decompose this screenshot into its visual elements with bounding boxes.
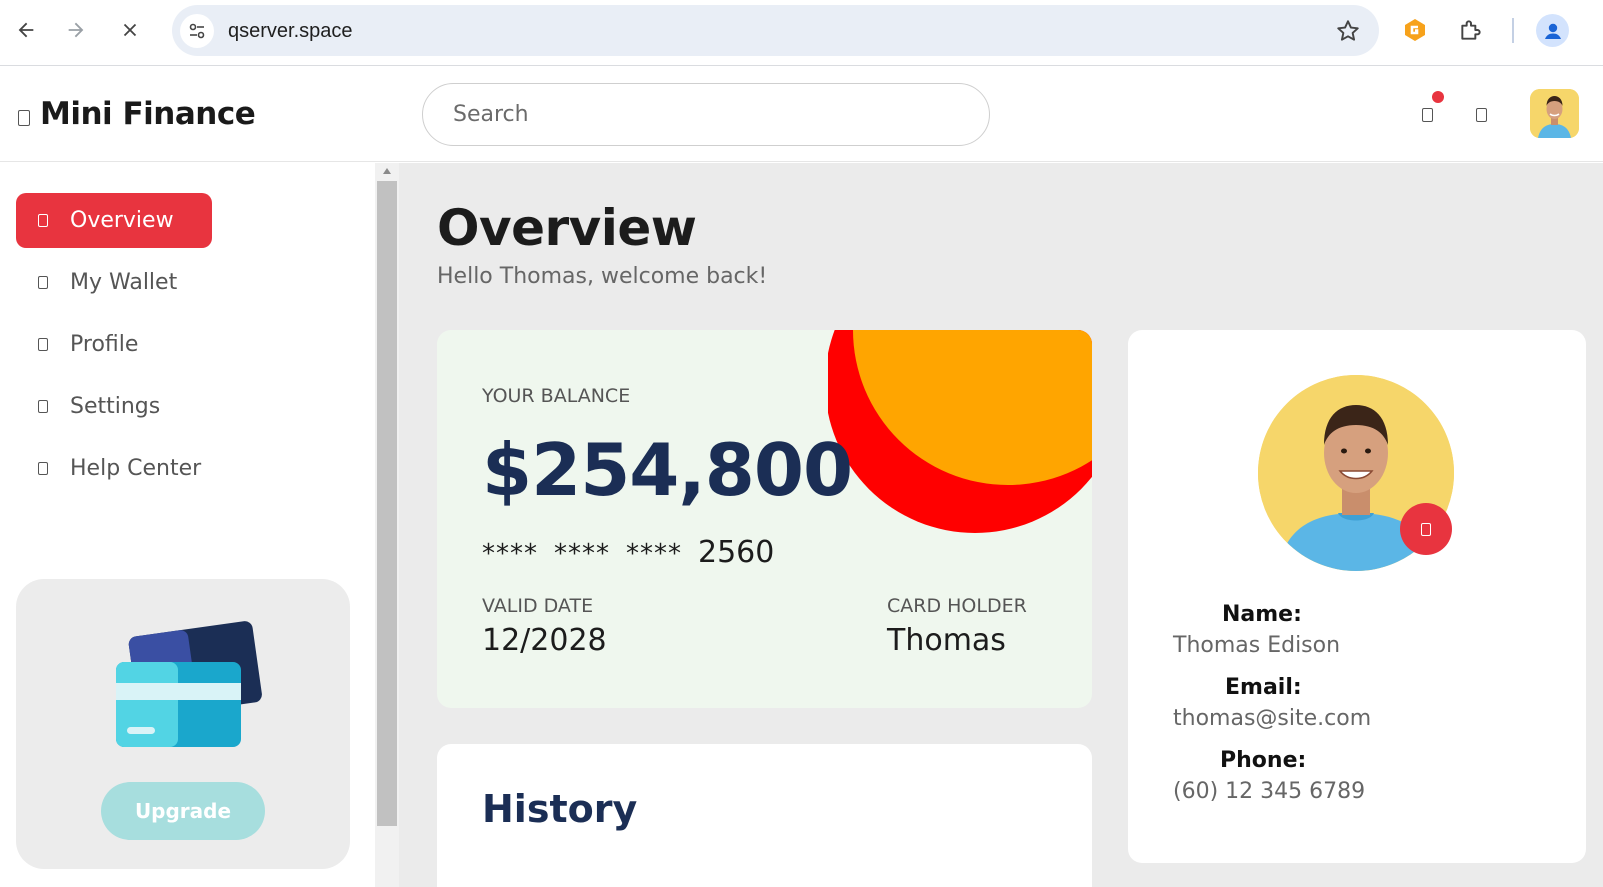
card-holder-value: Thomas	[887, 623, 1006, 658]
notification-bell-icon[interactable]	[1422, 108, 1433, 122]
sidebar: Overview My Wallet Profile Settings Help…	[0, 163, 375, 887]
upgrade-promo-card: Upgrade	[16, 579, 350, 869]
card-number: **** **** **** 2560	[482, 535, 774, 570]
balance-label: YOUR BALANCE	[482, 385, 631, 407]
toolbar-divider	[1512, 18, 1514, 43]
sidebar-item-label: Overview	[70, 208, 174, 233]
messages-icon[interactable]	[1476, 108, 1487, 122]
sidebar-item-label: Profile	[70, 332, 139, 357]
help-icon	[38, 462, 48, 475]
sidebar-item-label: My Wallet	[70, 270, 178, 295]
valid-date-label: VALID DATE	[482, 595, 594, 617]
edit-photo-button[interactable]	[1400, 503, 1452, 555]
card-last-four: 2560	[698, 535, 775, 570]
credit-cards-illustration	[116, 621, 262, 747]
balance-amount: $254,800	[482, 428, 853, 512]
camera-icon	[1421, 522, 1431, 536]
notification-dot	[1432, 91, 1444, 103]
avatar[interactable]	[1530, 89, 1579, 138]
logo-icon	[18, 110, 30, 126]
masked-digits: ****	[626, 539, 682, 569]
url-text: qserver.space	[228, 20, 353, 42]
extensions-puzzle-icon[interactable]	[1455, 14, 1487, 46]
history-title: History	[482, 787, 638, 831]
sidebar-item-help-center[interactable]: Help Center	[16, 441, 223, 496]
sidebar-item-label: Help Center	[70, 456, 202, 481]
profile-card: Name: Thomas Edison Email: thomas@site.c…	[1128, 330, 1586, 863]
scroll-up-arrow-icon[interactable]	[375, 163, 399, 179]
site-settings-icon[interactable]	[180, 14, 214, 48]
back-arrow-icon	[18, 22, 34, 38]
card-holder-label: CARD HOLDER	[887, 595, 1027, 617]
balance-card: YOUR BALANCE $254,800 **** **** **** 256…	[437, 330, 1092, 708]
masked-digits: ****	[482, 539, 538, 569]
extension-g-icon[interactable]	[1399, 14, 1431, 46]
welcome-subtitle: Hello Thomas, welcome back!	[437, 264, 768, 289]
sidebar-item-settings[interactable]: Settings	[16, 379, 182, 434]
sidebar-item-label: Settings	[70, 394, 161, 419]
sidebar-item-overview[interactable]: Overview	[16, 193, 212, 248]
valid-date-value: 12/2028	[482, 623, 607, 658]
sidebar-item-my-wallet[interactable]: My Wallet	[16, 255, 199, 310]
back-button[interactable]	[8, 12, 44, 48]
address-bar[interactable]: qserver.space	[172, 5, 1379, 56]
masked-digits: ****	[554, 539, 610, 569]
brand-name: Mini Finance	[40, 96, 256, 132]
sidebar-item-profile[interactable]: Profile	[16, 317, 160, 372]
gear-icon	[38, 400, 48, 413]
upgrade-button[interactable]: Upgrade	[101, 782, 265, 840]
brand[interactable]: Mini Finance	[18, 96, 256, 132]
bookmark-star-icon[interactable]	[1335, 18, 1361, 44]
sidebar-scrollbar[interactable]	[375, 163, 399, 887]
browser-toolbar: qserver.space	[0, 0, 1603, 66]
search-input[interactable]	[422, 83, 990, 146]
forward-button[interactable]	[58, 12, 94, 48]
stop-loading-button[interactable]	[112, 12, 148, 48]
phone-value: (60) 12 345 6789	[1173, 779, 1366, 804]
main-content: Overview Hello Thomas, welcome back! YOU…	[399, 163, 1603, 887]
app-header: Mini Finance	[0, 66, 1603, 162]
wallet-icon	[38, 276, 48, 289]
phone-label: Phone:	[1220, 748, 1307, 773]
name-value: Thomas Edison	[1173, 633, 1341, 658]
browser-profile-icon[interactable]	[1536, 14, 1569, 47]
name-label: Name:	[1222, 602, 1302, 627]
email-value: thomas@site.com	[1173, 706, 1372, 731]
history-card: History	[437, 744, 1092, 887]
email-label: Email:	[1225, 675, 1302, 700]
forward-arrow-icon	[68, 22, 84, 38]
scrollbar-thumb[interactable]	[377, 181, 397, 826]
overview-icon	[38, 214, 48, 227]
close-icon	[123, 23, 137, 37]
card-decoration-circles	[828, 330, 1092, 533]
page-title: Overview	[437, 199, 697, 257]
user-icon	[38, 338, 48, 351]
